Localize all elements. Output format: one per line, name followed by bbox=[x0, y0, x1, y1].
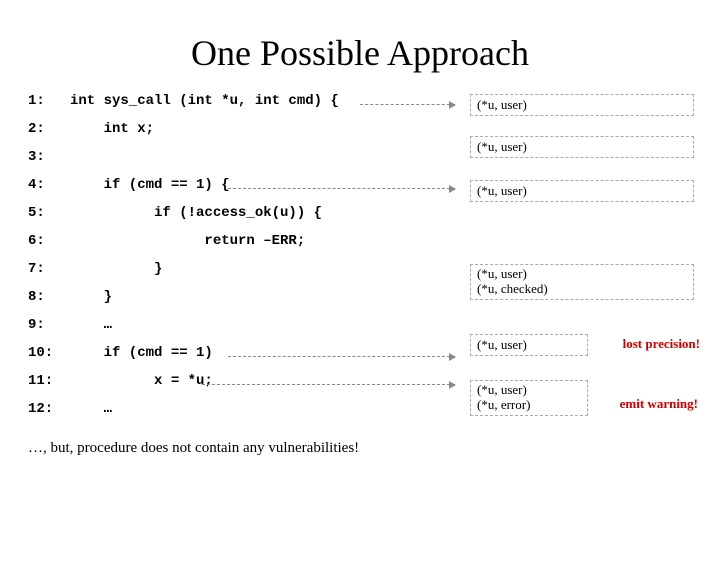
code-text: } bbox=[70, 262, 162, 276]
line-number: 11: bbox=[28, 374, 70, 388]
line-number: 3: bbox=[28, 150, 70, 164]
line-number: 1: bbox=[28, 94, 70, 108]
arrow-icon bbox=[228, 356, 455, 357]
code-line-9: 9: … bbox=[28, 318, 702, 344]
line-number: 4: bbox=[28, 178, 70, 192]
code-text: int x; bbox=[70, 122, 154, 136]
code-text: return –ERR; bbox=[70, 234, 305, 248]
code-text: } bbox=[70, 290, 112, 304]
code-line-12: 12: … bbox=[28, 402, 702, 428]
code-line-5: 5: if (!access_ok(u)) { bbox=[28, 206, 702, 232]
code-text: if (!access_ok(u)) { bbox=[70, 206, 322, 220]
annotation-text: (*u, user) bbox=[477, 383, 581, 398]
side-note-emit-warning: emit warning! bbox=[620, 396, 698, 412]
code-line-6: 6: return –ERR; bbox=[28, 234, 702, 260]
annotation-box: (*u, user) bbox=[470, 94, 694, 116]
line-number: 8: bbox=[28, 290, 70, 304]
footer-note: …, but, procedure does not contain any v… bbox=[0, 440, 720, 457]
line-number: 9: bbox=[28, 318, 70, 332]
code-text: … bbox=[70, 318, 112, 332]
annotation-text: (*u, user) bbox=[477, 139, 527, 154]
code-text: … bbox=[70, 402, 112, 416]
line-number: 2: bbox=[28, 122, 70, 136]
code-line-10: 10: if (cmd == 1) bbox=[28, 346, 702, 372]
annotation-box: (*u, user) bbox=[470, 136, 694, 158]
line-number: 7: bbox=[28, 262, 70, 276]
annotation-text: (*u, error) bbox=[477, 398, 581, 413]
arrow-icon bbox=[202, 384, 455, 385]
annotation-text: (*u, user) bbox=[477, 97, 527, 112]
line-number: 6: bbox=[28, 234, 70, 248]
annotation-text: (*u, user) bbox=[477, 183, 527, 198]
annotation-box: (*u, user) bbox=[470, 334, 588, 356]
arrow-icon bbox=[228, 188, 455, 189]
line-number: 12: bbox=[28, 402, 70, 416]
arrow-icon bbox=[360, 104, 455, 105]
annotation-box: (*u, user) (*u, error) bbox=[470, 380, 588, 416]
annotation-text: (*u, user) bbox=[477, 267, 687, 282]
code-text: int sys_call (int *u, int cmd) { bbox=[70, 94, 339, 108]
annotation-text: (*u, checked) bbox=[477, 282, 687, 297]
line-number: 5: bbox=[28, 206, 70, 220]
code-text: if (cmd == 1) { bbox=[70, 178, 230, 192]
code-line-11: 11: x = *u; bbox=[28, 374, 702, 400]
line-number: 10: bbox=[28, 346, 70, 360]
code-text: x = *u; bbox=[70, 374, 213, 388]
annotation-box: (*u, user) (*u, checked) bbox=[470, 264, 694, 300]
slide-title: One Possible Approach bbox=[0, 32, 720, 74]
annotation-box: (*u, user) bbox=[470, 180, 694, 202]
code-text: if (cmd == 1) bbox=[70, 346, 213, 360]
side-note-lost-precision: lost precision! bbox=[623, 336, 700, 352]
slide-body: 1: int sys_call (int *u, int cmd) { 2: i… bbox=[0, 94, 720, 428]
annotation-text: (*u, user) bbox=[477, 337, 527, 352]
